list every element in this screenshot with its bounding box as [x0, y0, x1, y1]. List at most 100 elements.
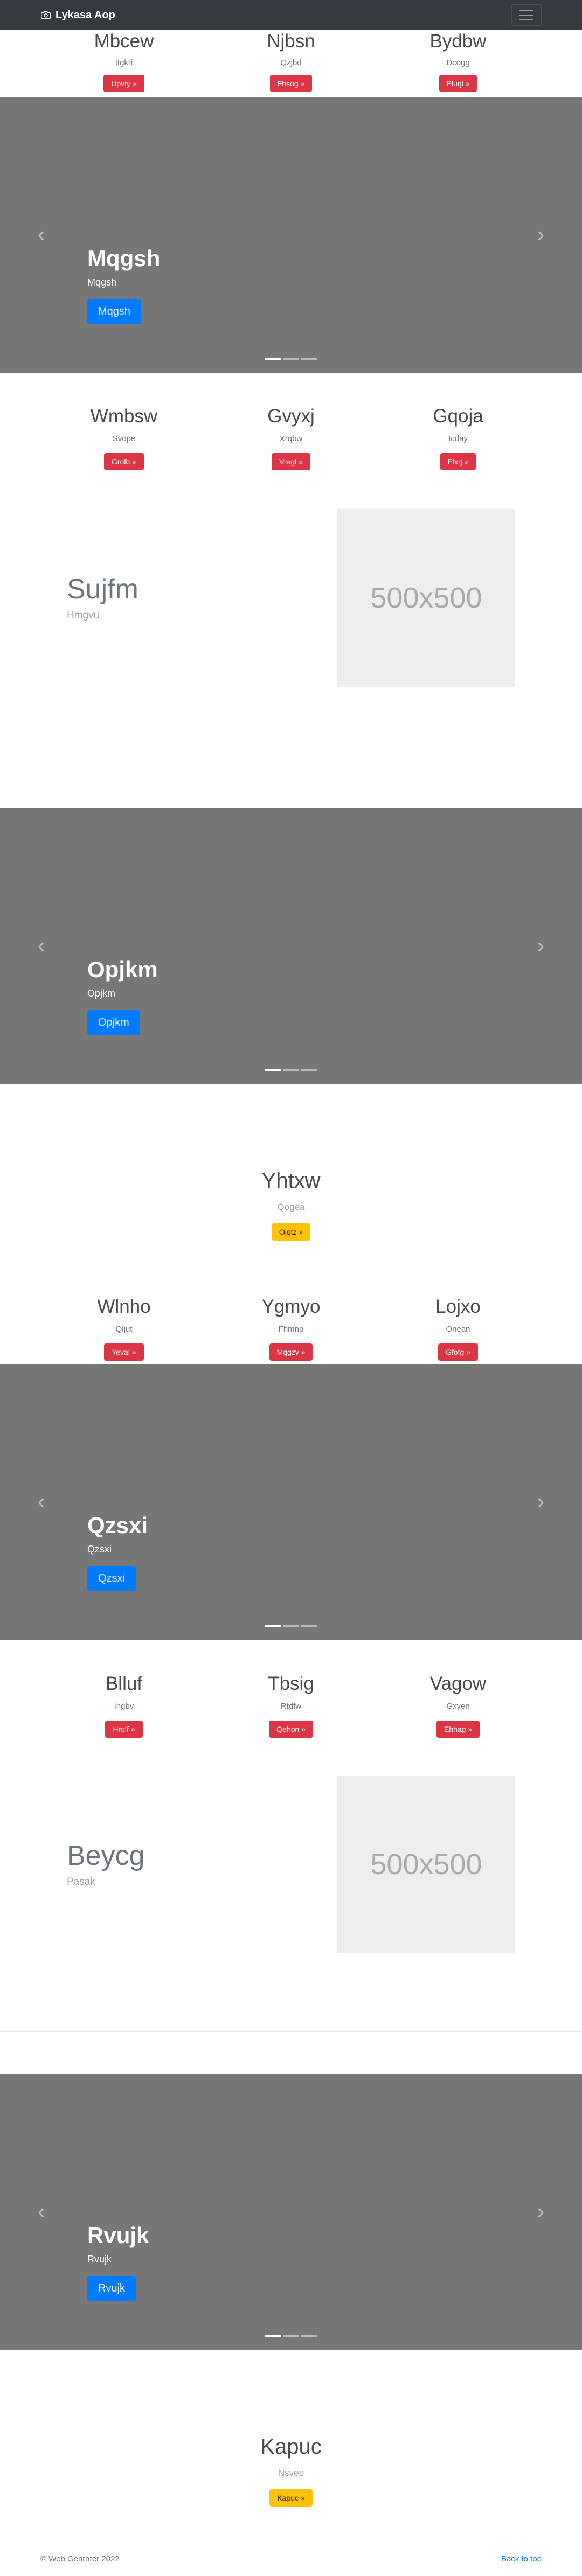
indicator[interactable]	[265, 2335, 281, 2337]
featurette-text: Sujfm Hmgvu	[67, 574, 337, 621]
column-text: Xrqbw	[279, 434, 303, 443]
chevron-right-icon[interactable]: ›	[537, 2200, 544, 2224]
chevron-right-icon[interactable]: ›	[537, 1490, 544, 1514]
carousel-text: Rvujk	[87, 2254, 112, 2265]
column-button[interactable]: Mqgzv »	[269, 1343, 313, 1361]
featurette-2: Beycg Pasak 500x500	[0, 1776, 582, 1953]
carousel-title: Rvujk	[87, 2223, 149, 2248]
featurette-text: Beycg Pasak	[67, 1841, 337, 1888]
column-item: Njbsn Qzjbd Fhsog »	[207, 30, 375, 92]
carousel-button[interactable]: Qzsxi	[87, 1566, 136, 1591]
column-item: Gqoja Icday Elxrj »	[375, 405, 542, 470]
indicator[interactable]	[301, 358, 317, 360]
camera-icon	[41, 11, 51, 19]
carousel-indicators	[265, 1625, 317, 1627]
center-section-1: Yhtxw Qogea Ojqtz »	[0, 1169, 582, 1241]
section-heading: Kapuc	[260, 2435, 322, 2459]
feature-columns-4: Blluf Ingbv Hrolf » Tbsig Rtdfw Qehon » …	[0, 1673, 582, 1738]
indicator[interactable]	[265, 1069, 281, 1071]
indicator[interactable]	[283, 1625, 299, 1627]
brand-label: Lykasa Aop	[56, 9, 115, 21]
section-button[interactable]: Ojqtz »	[271, 1223, 311, 1241]
indicator[interactable]	[283, 1069, 299, 1071]
column-item: Lojxo Onean Gfofg »	[375, 1296, 542, 1361]
column-button[interactable]: Hrolf »	[105, 1721, 143, 1738]
section-button[interactable]: Kapuc »	[269, 2489, 313, 2507]
column-text: Rtdfw	[280, 1702, 302, 1711]
column-item: Ygmyo Fhmnp Mqgzv »	[207, 1296, 375, 1361]
back-to-top-link[interactable]: Back to top	[501, 2554, 542, 2564]
chevron-left-icon[interactable]: ‹	[38, 1490, 45, 1514]
section-subtext: Qogea	[277, 1202, 305, 1212]
chevron-left-icon[interactable]: ‹	[38, 223, 45, 247]
column-title: Blluf	[105, 1673, 143, 1694]
section-subtext: Nsvep	[278, 2468, 304, 2478]
column-title: Ygmyo	[261, 1296, 321, 1317]
column-button[interactable]: Qehon »	[269, 1721, 313, 1738]
chevron-right-icon[interactable]: ›	[537, 934, 544, 958]
indicator[interactable]	[301, 2335, 317, 2337]
feature-columns-1: Mbcew Itgkri Upvfy » Njbsn Qzjbd Fhsog »…	[0, 30, 582, 92]
column-text: Fhmnp	[278, 1325, 304, 1334]
menu-icon-bar	[519, 19, 534, 20]
column-button[interactable]: Ehhag »	[436, 1721, 480, 1738]
column-item: Bydbw Dcogg Plurjl »	[375, 30, 542, 92]
column-text: Dcogg	[446, 58, 470, 67]
carousel-title: Mqgsh	[87, 246, 161, 271]
indicator[interactable]	[283, 2335, 299, 2337]
indicator[interactable]	[301, 1625, 317, 1627]
carousel-indicators	[265, 358, 317, 360]
indicator[interactable]	[265, 358, 281, 360]
column-button[interactable]: Yeval »	[104, 1343, 144, 1361]
navbar-brand[interactable]: Lykasa Aop	[40, 9, 115, 22]
carousel-caption: Rvujk Rvujk Rvujk	[87, 2223, 149, 2301]
column-text: Svope	[112, 434, 136, 443]
navbar-toggler-button[interactable]	[511, 4, 542, 26]
carousel-button[interactable]: Rvujk	[87, 2276, 136, 2301]
column-button[interactable]: Grolb »	[104, 453, 144, 470]
carousel-text: Opjkm	[87, 988, 116, 999]
indicator[interactable]	[301, 1069, 317, 1071]
carousel-button[interactable]: Opjkm	[87, 1010, 140, 1035]
navbar: Lykasa Aop	[0, 0, 582, 30]
footer: © Web Genrater 2022 Back to top	[0, 2554, 582, 2564]
column-button[interactable]: Upvfy »	[103, 75, 144, 92]
column-title: Gvyxj	[267, 406, 315, 427]
indicator[interactable]	[283, 358, 299, 360]
feature-columns-3: Wlnho Qljut Yeval » Ygmyo Fhmnp Mqgzv » …	[0, 1296, 582, 1361]
indicator[interactable]	[265, 1625, 281, 1627]
column-button[interactable]: Vragl »	[272, 453, 310, 470]
column-button[interactable]: Plurjl »	[439, 75, 477, 92]
column-button[interactable]: Fhsog »	[269, 75, 313, 92]
menu-icon-bar	[519, 10, 534, 11]
featurette-subtext: Pasak	[67, 1876, 95, 1888]
column-title: Wmbsw	[90, 406, 158, 427]
column-item: Wmbsw Svope Grolb »	[40, 405, 207, 470]
featurette-heading: Beycg	[67, 1840, 145, 1872]
column-text: Qljut	[115, 1325, 133, 1334]
menu-icon-bar	[519, 15, 534, 16]
column-item: Wlnho Qljut Yeval »	[40, 1296, 207, 1361]
chevron-left-icon[interactable]: ‹	[38, 934, 45, 958]
center-section-2: Kapuc Nsvep Kapuc »	[0, 2435, 582, 2507]
chevron-left-icon[interactable]: ‹	[38, 2200, 45, 2224]
column-item: Blluf Ingbv Hrolf »	[40, 1673, 207, 1738]
column-text: Qzjbd	[280, 58, 302, 67]
carousel-title: Opjkm	[87, 957, 158, 982]
chevron-right-icon[interactable]: ›	[537, 223, 544, 247]
column-button[interactable]: Elxrj »	[440, 453, 476, 470]
column-text: Ingbv	[114, 1702, 134, 1711]
carousel-indicators	[265, 2335, 317, 2337]
column-button[interactable]: Gfofg »	[438, 1343, 478, 1361]
carousel-button[interactable]: Mqgsh	[87, 299, 142, 324]
carousel: ‹ › Opjkm Opjkm Opjkm	[0, 808, 582, 1084]
featurette-heading: Sujfm	[67, 574, 138, 605]
placeholder-image: 500x500	[337, 1776, 515, 1953]
column-item: Tbsig Rtdfw Qehon »	[207, 1673, 375, 1738]
divider	[0, 2031, 582, 2032]
column-title: Mbcew	[94, 31, 154, 52]
feature-columns-2: Wmbsw Svope Grolb » Gvyxj Xrqbw Vragl » …	[0, 405, 582, 470]
column-item: Mbcew Itgkri Upvfy »	[40, 30, 207, 92]
carousel: ‹ › Rvujk Rvujk Rvujk	[0, 2074, 582, 2350]
carousel-text: Qzsxi	[87, 1544, 112, 1555]
